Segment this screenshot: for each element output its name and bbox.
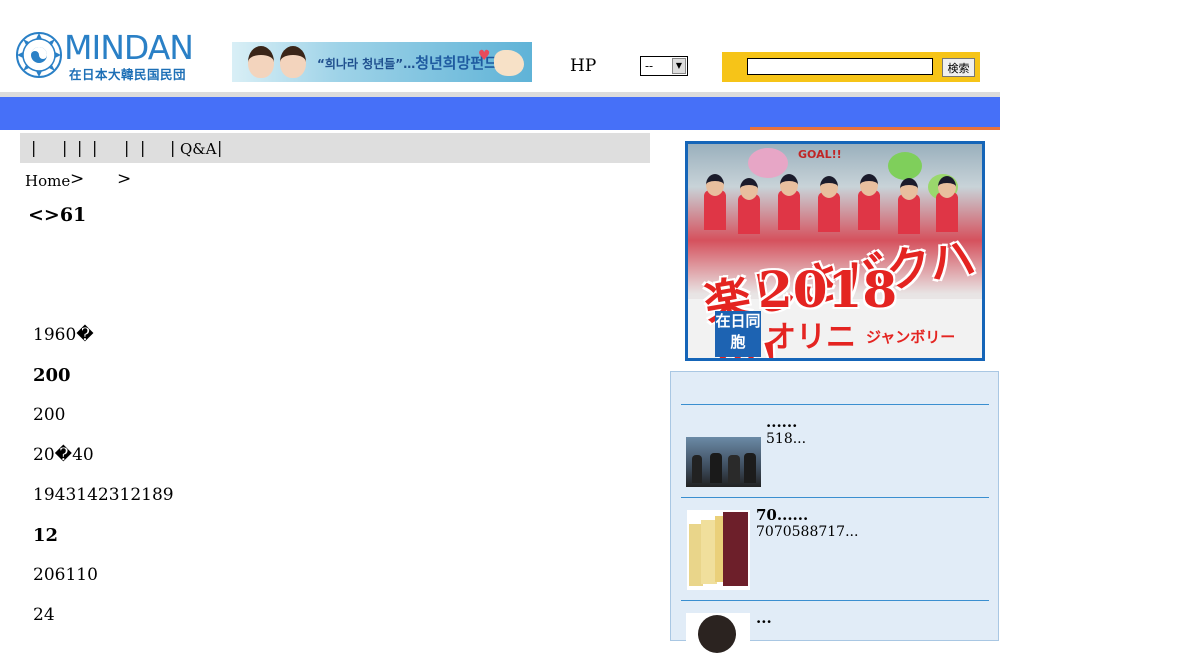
search-input[interactable] <box>747 58 933 75</box>
news-title[interactable]: 70...... <box>756 506 808 524</box>
banner-text: “희나라 청년들”…청년희망펀드 <box>317 52 498 73</box>
chevron-down-icon[interactable]: ▼ <box>672 58 686 74</box>
hp-select-value: -- <box>645 59 654 73</box>
sub-menu: | | | | | | | Q&A | <box>20 133 650 163</box>
article-paragraph: 1943142312189 <box>33 485 174 505</box>
news-divider <box>681 497 989 498</box>
article-paragraph: 1960� <box>33 325 94 345</box>
promo-event: ジャンボリー <box>866 328 956 346</box>
news-description: 7070588717... <box>756 524 859 540</box>
article-paragraph: 200 <box>33 365 71 386</box>
menu-separator: | <box>124 138 130 157</box>
breadcrumb-separator: > <box>117 169 132 189</box>
mindan-emblem-icon <box>16 32 62 78</box>
banner-text-prefix: “희나라 청년들”… <box>317 57 416 71</box>
breadcrumb-home[interactable]: Home <box>25 172 70 190</box>
promo-photo: GOAL!! 楽しさバクハツ! 2018 在日同胞 オリニ ジャンボリー <box>688 144 982 358</box>
menu-separator: | <box>217 138 223 157</box>
menu-separator: | <box>170 138 176 157</box>
logo-brand-text: MINDAN <box>64 28 194 67</box>
news-divider <box>681 600 989 601</box>
hand-icon <box>494 50 524 76</box>
news-list: ...... 518... 70...... 7070588717... ... <box>670 371 999 653</box>
article-paragraph: 200 <box>33 405 66 425</box>
menu-separator: | <box>77 138 83 157</box>
search-bar: 検索 <box>722 52 980 82</box>
menu-separator: | <box>92 138 98 157</box>
news-title[interactable]: ...... <box>766 413 797 431</box>
banner-person-1-icon <box>248 46 274 78</box>
news-thumbnail[interactable] <box>686 437 761 487</box>
search-button[interactable]: 検索 <box>942 58 975 77</box>
banner-person-2-icon <box>280 46 306 78</box>
menu-separator: | <box>31 138 37 157</box>
hp-select[interactable]: -- ▼ <box>640 56 688 76</box>
news-description: 518... <box>766 431 807 447</box>
news-thumbnail[interactable] <box>686 613 750 653</box>
menu-separator: | <box>62 138 68 157</box>
menu-item-qa[interactable]: Q&A <box>180 140 216 158</box>
article-title: <>61 <box>28 204 87 226</box>
article-paragraph: 206110 <box>33 565 98 585</box>
article-paragraph: 12 <box>33 525 59 546</box>
breadcrumb-separator: > <box>70 169 85 189</box>
site-logo[interactable]: MINDAN 在日本大韓民国民団 <box>14 28 204 82</box>
nav-accent-line <box>750 127 1000 130</box>
promo-year: 2018 <box>758 260 898 319</box>
promo-name: オリニ <box>766 320 856 355</box>
promo-tag: 在日同胞 <box>715 311 761 357</box>
news-divider <box>681 404 989 405</box>
navigation-bar <box>0 97 1000 130</box>
logo-subbrand-text: 在日本大韓民国民団 <box>69 67 187 82</box>
heart-icon: ♥ <box>478 48 491 64</box>
news-thumbnail[interactable] <box>687 510 750 590</box>
news-title[interactable]: ... <box>756 609 772 627</box>
article-paragraph: 24 <box>33 605 55 625</box>
menu-separator: | <box>140 138 146 157</box>
promo-sign: GOAL!! <box>798 148 842 161</box>
jamboree-promo-banner[interactable]: GOAL!! 楽しさバクハツ! 2018 在日同胞 オリニ ジャンボリー <box>685 141 985 361</box>
hope-fund-banner[interactable]: “희나라 청년들”…청년희망펀드 ♥ <box>232 42 532 82</box>
article-paragraph: 20�40 <box>33 445 94 465</box>
hp-label: HP <box>570 56 597 76</box>
